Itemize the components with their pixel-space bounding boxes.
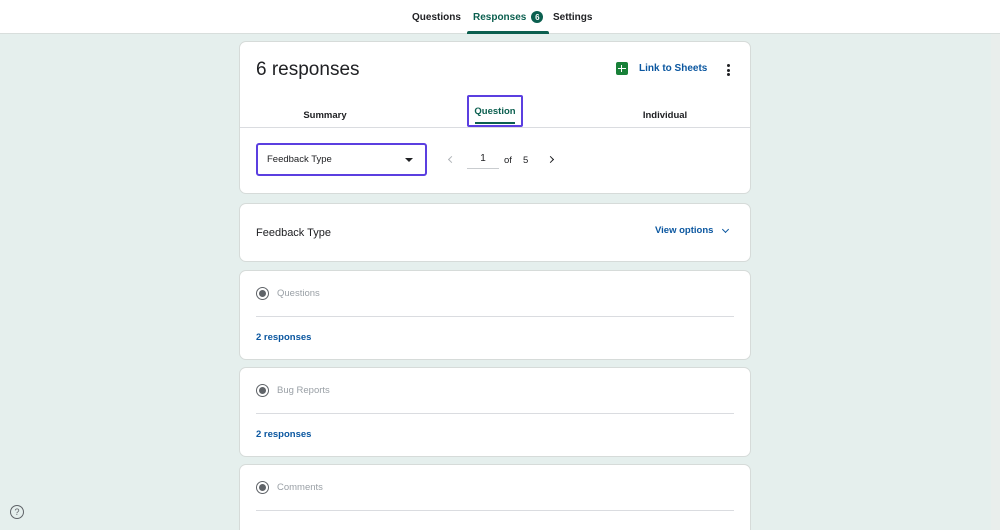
- active-tab-indicator: [467, 31, 550, 34]
- tab-questions[interactable]: Questions: [412, 0, 461, 34]
- page-scrollbar[interactable]: [991, 34, 1000, 530]
- tab-settings[interactable]: Settings: [553, 0, 592, 34]
- question-select-value: Feedback Type: [267, 154, 332, 165]
- question-card: Feedback Type View options: [239, 203, 751, 262]
- radio-icon: [256, 287, 269, 300]
- subtab-individual[interactable]: Individual: [620, 106, 710, 125]
- radio-icon: [256, 384, 269, 397]
- question-title: Feedback Type: [256, 227, 332, 239]
- subtab-active-indicator: [475, 122, 515, 124]
- next-question-button[interactable]: [545, 153, 555, 165]
- subtab-question[interactable]: Question: [467, 95, 523, 127]
- link-to-sheets-button[interactable]: Link to Sheets: [616, 62, 707, 75]
- tab-responses[interactable]: Responses 6: [467, 0, 550, 34]
- option-label: Questions: [277, 288, 320, 299]
- tab-settings-label: Settings: [553, 11, 593, 23]
- question-select[interactable]: Feedback Type: [256, 143, 427, 176]
- page-total: 5: [523, 155, 529, 166]
- page-number-input[interactable]: [467, 149, 499, 169]
- divider: [256, 510, 734, 511]
- subtab-question-label: Question: [474, 105, 516, 117]
- tab-questions-label: Questions: [412, 11, 461, 23]
- view-options-button[interactable]: View options: [655, 225, 730, 236]
- dropdown-caret-icon: [405, 158, 413, 162]
- divider: [240, 127, 750, 128]
- subtab-summary-label: Summary: [303, 110, 347, 121]
- option-label: Comments: [277, 482, 323, 493]
- option-response-count[interactable]: 2 responses: [256, 429, 311, 440]
- option-label: Bug Reports: [277, 385, 330, 396]
- subtab-individual-label: Individual: [642, 110, 688, 121]
- chevron-right-icon: [546, 155, 554, 163]
- top-navigation: Questions Responses 6 Settings: [0, 0, 1000, 34]
- page-of-label: of: [504, 155, 512, 166]
- link-to-sheets-label: Link to Sheets: [639, 63, 708, 74]
- chevron-left-icon: [447, 155, 455, 163]
- option-card: Comments: [239, 464, 751, 530]
- previous-question-button[interactable]: [446, 153, 456, 165]
- radio-icon: [256, 481, 269, 494]
- subtab-summary[interactable]: Summary: [280, 106, 370, 125]
- responses-summary-card: 6 responses Link to Sheets Summary Quest…: [239, 41, 751, 194]
- tab-responses-label: Responses: [473, 11, 527, 23]
- view-options-label: View options: [655, 225, 714, 236]
- responses-count-badge: 6: [531, 11, 544, 23]
- divider: [256, 413, 734, 414]
- sheets-icon: [616, 62, 628, 75]
- option-card: Questions 2 responses: [239, 270, 751, 360]
- option-response-count[interactable]: 2 responses: [256, 332, 311, 343]
- more-vert-icon[interactable]: [721, 62, 735, 78]
- help-icon[interactable]: ?: [10, 505, 24, 519]
- chevron-down-icon: [722, 225, 730, 233]
- divider: [256, 316, 734, 317]
- option-card: Bug Reports 2 responses: [239, 367, 751, 457]
- responses-title: 6 responses: [256, 59, 360, 80]
